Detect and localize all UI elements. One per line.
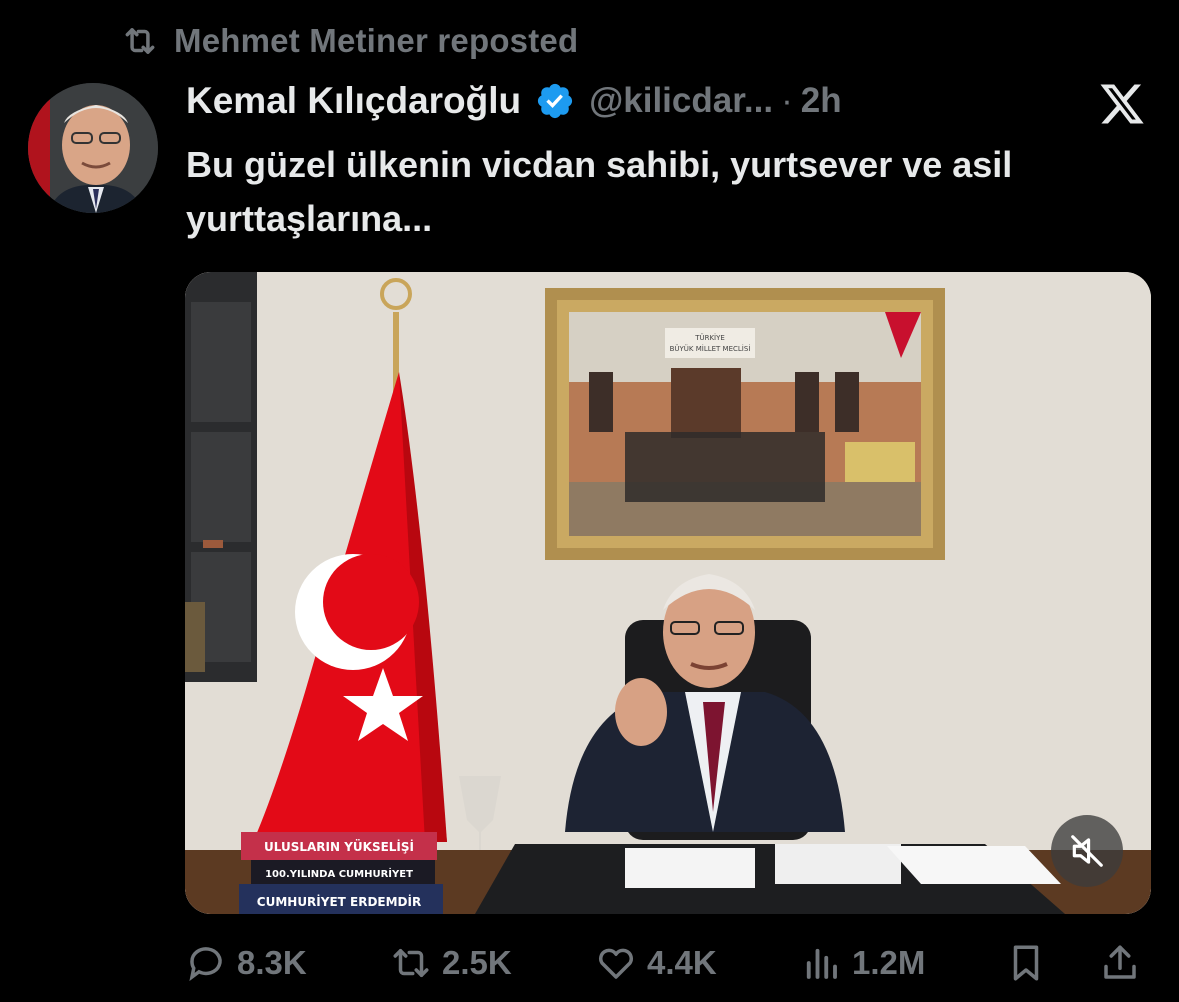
- x-logo-icon: [1100, 84, 1144, 124]
- share-button[interactable]: [1099, 942, 1141, 984]
- bookmark-button[interactable]: [1005, 942, 1047, 984]
- reply-button[interactable]: 8.3K: [185, 942, 307, 984]
- tweet-text: Bu güzel ülkenin vicdan sahibi, yurtseve…: [186, 144, 1013, 239]
- muted-speaker-icon: [1071, 835, 1103, 867]
- post-time[interactable]: 2h: [801, 81, 842, 121]
- repost-button[interactable]: 2.5K: [390, 942, 512, 984]
- book-title-1: ULUSLARIN YÜKSELİŞİ: [264, 839, 414, 854]
- views-count: 1.2M: [852, 944, 926, 981]
- reply-count: 8.3K: [237, 944, 307, 981]
- repost-icon: [125, 28, 155, 54]
- author-name[interactable]: Kemal Kılıçdaroğlu: [186, 80, 521, 122]
- verified-badge-icon: [535, 81, 575, 121]
- heart-icon: [599, 948, 633, 979]
- repost-header[interactable]: Mehmet Metiner reposted: [120, 22, 578, 60]
- unmute-button[interactable]: [1051, 815, 1123, 887]
- tweet-header: Kemal Kılıçdaroğlu @kilicdar... · 2h: [186, 80, 842, 122]
- bookmark-icon: [1013, 945, 1039, 981]
- reply-icon: [189, 947, 222, 982]
- author-handle[interactable]: @kilicdar...: [589, 81, 773, 121]
- book-title-2: 100.YILINDA CUMHURİYET: [265, 866, 413, 880]
- separator-dot: ·: [781, 81, 793, 120]
- share-icon: [1104, 945, 1136, 979]
- video-player[interactable]: TÜRKİYE BÜYÜK MİLLET MECLİSİ ULUSLARIN Y…: [185, 272, 1151, 914]
- views-bar-chart-icon: [806, 948, 837, 979]
- views-button[interactable]: 1.2M: [800, 942, 925, 984]
- repost-count: 2.5K: [442, 944, 512, 981]
- svg-text:BÜYÜK MİLLET MECLİSİ: BÜYÜK MİLLET MECLİSİ: [670, 344, 751, 353]
- like-count: 4.4K: [647, 944, 717, 981]
- repost-icon: [393, 949, 429, 977]
- svg-text:TÜRKİYE: TÜRKİYE: [694, 333, 725, 342]
- video-frame: TÜRKİYE BÜYÜK MİLLET MECLİSİ ULUSLARIN Y…: [185, 272, 1151, 914]
- avatar[interactable]: [28, 83, 158, 213]
- book-title-3: CUMHURİYET ERDEMDİR: [257, 894, 421, 909]
- like-button[interactable]: 4.4K: [595, 942, 717, 984]
- action-bar: 8.3K 2.5K 4.4K 1.2M: [185, 942, 1151, 992]
- repost-label: Mehmet Metiner reposted: [174, 22, 579, 59]
